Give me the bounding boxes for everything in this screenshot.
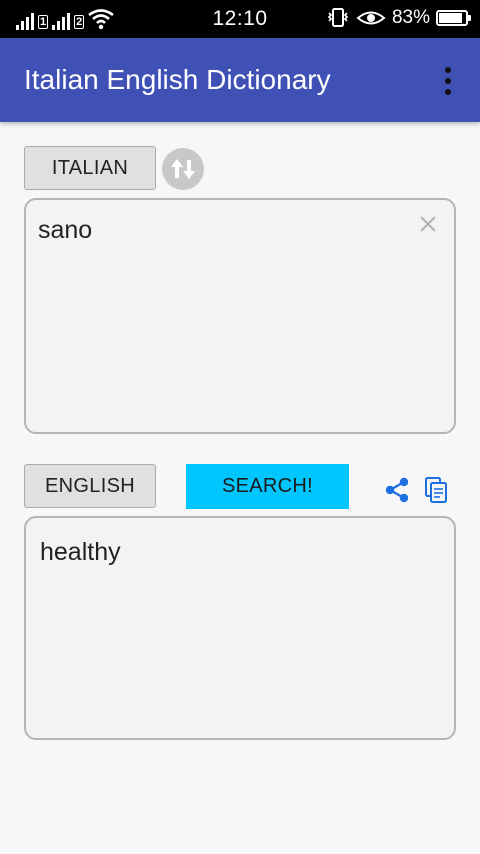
source-text-value: sano [38, 216, 93, 244]
translation-output: healthy [24, 516, 456, 740]
target-language-button[interactable]: ENGLISH [24, 464, 156, 508]
overflow-menu-icon[interactable] [438, 66, 458, 96]
vibrate-icon [327, 8, 349, 27]
search-button[interactable]: SEARCH! [186, 464, 349, 509]
close-icon[interactable] [416, 212, 440, 236]
copy-icon[interactable] [424, 476, 448, 504]
app-title: Italian English Dictionary [24, 64, 331, 95]
swap-icon [171, 159, 195, 179]
status-bar: 1 2 12:10 83% [0, 0, 480, 38]
battery-icon [436, 10, 471, 26]
translation-value: healthy [40, 538, 121, 566]
swap-languages-button[interactable] [162, 148, 204, 190]
app-bar: Italian English Dictionary [0, 38, 480, 122]
eye-icon [356, 11, 386, 25]
source-text-input[interactable]: sano [24, 198, 456, 434]
battery-percent: 83% [391, 7, 430, 28]
status-right: 83% [326, 7, 471, 29]
share-icon[interactable] [384, 476, 410, 504]
source-language-button[interactable]: ITALIAN [24, 146, 156, 190]
